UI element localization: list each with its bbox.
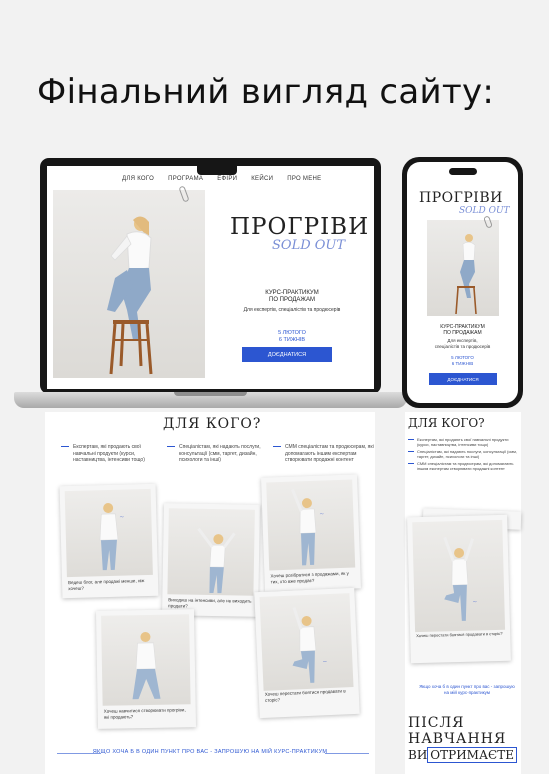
polaroid-photo: [101, 614, 191, 706]
page-title: Фінальний вигляд сайту:: [37, 72, 495, 112]
polaroid-caption: Хочеш перестати боятися продавати в стор…: [416, 630, 503, 639]
hero-script: SOLD OUT: [272, 238, 346, 253]
for-whom-heading: ДЛЯ КОГО?: [163, 416, 262, 432]
woman-figure: [99, 503, 119, 571]
audience-text: СММ спеціалістам та продюсерам, які допо…: [285, 444, 374, 463]
mobile-hero-photo: [427, 215, 499, 316]
nav-item-broadcasts[interactable]: ЕФІРИ: [217, 176, 237, 182]
dash-icon: [273, 446, 281, 447]
nav-item-for-whom[interactable]: ДЛЯ КОГО: [122, 176, 154, 182]
polaroid-card: Виходиш на інтенсиви, але не виходить пр…: [162, 503, 260, 617]
join-button[interactable]: ДОЄДНАТИСЯ: [242, 347, 332, 362]
you-get-prefix: ВИ: [408, 748, 428, 762]
polaroid-caption: Хочеш навчитися створювати прогріви, які…: [103, 707, 186, 720]
audience-text: Експертам, які продають свої навчальні п…: [73, 444, 145, 463]
audience-item: Спеціалістам, які надають послуги, консу…: [167, 444, 271, 464]
mobile-hero-subtitle: КУРС-ПРАКТИКУМ ПО ПРОДАЖАМ: [440, 324, 485, 336]
audience-item: Експертам, які продають свої навчальні п…: [61, 444, 165, 464]
for-whom-cta: ЯКЩО ХОЧА Б В ОДИН ПУНКТ ПРО ВАС - ЗАПРО…: [92, 749, 328, 755]
woman-on-chair-figure: [455, 234, 477, 315]
polaroid-caption: Виходиш на інтенсиви, але не виходить пр…: [168, 597, 252, 609]
hero-description: Для експертів, спеціалістів та продюсері…: [243, 307, 341, 313]
script-signature: ~: [322, 658, 328, 666]
script-signature: ~: [319, 510, 325, 518]
polaroid-card: ~ Хочеш перестати боятися продавати в ст…: [254, 587, 360, 719]
laptop-camera-notch: [197, 166, 237, 175]
mobile-audience-list: Експертам, які продають свої навчальні п…: [408, 437, 517, 473]
you-get-heading: ВИ ОТРИМАЄТЕ: [408, 747, 517, 763]
mobile-hero-description: Для експертів, спеціалістів та продюсері…: [434, 338, 491, 349]
woman-figure: [132, 632, 161, 700]
nav-item-about[interactable]: ПРО МЕНЕ: [287, 176, 321, 182]
polaroid-photo: ~: [412, 519, 506, 633]
mobile-hero-date: 5 ЛЮТОГО 6 ТИЖНІВ: [451, 355, 474, 366]
mobile-audience-item: СММ спеціалістам та продюсерам, які допо…: [408, 461, 517, 471]
polaroid-photo: ~: [259, 593, 354, 691]
woman-figure: [291, 489, 317, 566]
nav-item-program[interactable]: ПРОГРАМА: [168, 176, 203, 182]
woman-on-chair-figure: [107, 216, 153, 375]
you-get-highlight: ОТРИМАЄТЕ: [427, 747, 517, 763]
woman-figure: [443, 536, 475, 621]
mobile-cta: Якщо хоча б в один пункт про вас - запро…: [419, 684, 515, 695]
polaroid-photo: ~: [64, 488, 153, 578]
dash-icon: [61, 446, 69, 447]
phone-screen: ПРОГРІВИ SOLD OUT КУРС-ПРАКТИКУМ ПО ПРОД…: [407, 162, 518, 403]
audience-item: СММ спеціалістам та продюсерам, які допо…: [273, 444, 377, 464]
woman-figure: [292, 607, 317, 683]
laptop-mockup: ДЛЯ КОГО ПРОГРАМА ЕФІРИ КЕЙСИ ПРО МЕНЕ П…: [40, 158, 381, 394]
laptop-base: [14, 392, 407, 408]
hero-title: ПРОГРІВИ: [230, 214, 370, 240]
polaroid-card: ~ Ведеш блог, але продажі менше, ніж хоч…: [59, 483, 159, 599]
for-whom-section: ДЛЯ КОГО? Експертам, які продають свої н…: [45, 412, 375, 774]
polaroid-caption: Ведеш блог, але продажі менше, ніж хочеш…: [68, 578, 145, 591]
polaroid-card: ~ Хочеш перестати боятися продавати в ст…: [407, 514, 511, 664]
mobile-hero-title: ПРОГРІВИ: [419, 190, 503, 206]
dash-icon: [167, 446, 175, 447]
polaroid-photo: [167, 508, 255, 596]
script-signature: ~: [119, 513, 125, 521]
script-signature: ~: [472, 598, 478, 606]
polaroid-photo: ~: [266, 479, 356, 571]
desktop-nav: ДЛЯ КОГО ПРОГРАМА ЕФІРИ КЕЙСИ ПРО МЕНЕ: [122, 176, 321, 182]
cta-divider: [325, 753, 369, 754]
phone-mockup: ПРОГРІВИ SOLD OUT КУРС-ПРАКТИКУМ ПО ПРОД…: [402, 157, 523, 408]
mobile-for-whom-heading: ДЛЯ КОГО?: [408, 416, 485, 430]
mobile-audience-item: Спеціалістам, які надають послуги, консу…: [408, 449, 517, 459]
hero-subtitle: КУРС-ПРАКТИКУМ ПО ПРОДАЖАМ: [265, 290, 319, 303]
polaroid-card: Хочеш навчитися створювати прогріви, які…: [95, 609, 197, 729]
phone-dynamic-island: [449, 168, 477, 175]
laptop-screen: ДЛЯ КОГО ПРОГРАМА ЕФІРИ КЕЙСИ ПРО МЕНЕ П…: [47, 166, 374, 389]
mobile-for-whom-section: ДЛЯ КОГО? Експертам, які продають свої н…: [405, 412, 522, 774]
woman-figure: [197, 527, 236, 594]
after-training-heading: ПІСЛЯ НАВЧАННЯ: [408, 715, 507, 747]
hero-photo: [53, 185, 205, 378]
mobile-hero-script: SOLD OUT: [459, 206, 510, 216]
audience-text: Спеціалістам, які надають послуги, консу…: [179, 444, 261, 463]
polaroid-card: ~ Хочеш розібратися з продажами, як у ти…: [261, 474, 361, 592]
mobile-audience-item: Експертам, які продають свої навчальні п…: [408, 437, 517, 447]
polaroid-caption: Хочеш розібратися з продажами, як у тих,…: [270, 570, 349, 584]
nav-item-cases[interactable]: КЕЙСИ: [251, 176, 273, 182]
hero-date: 5 ЛЮТОГО 6 ТИЖНІВ: [278, 330, 306, 343]
mobile-join-button[interactable]: ДОЄДНАТИСЯ: [429, 373, 497, 385]
